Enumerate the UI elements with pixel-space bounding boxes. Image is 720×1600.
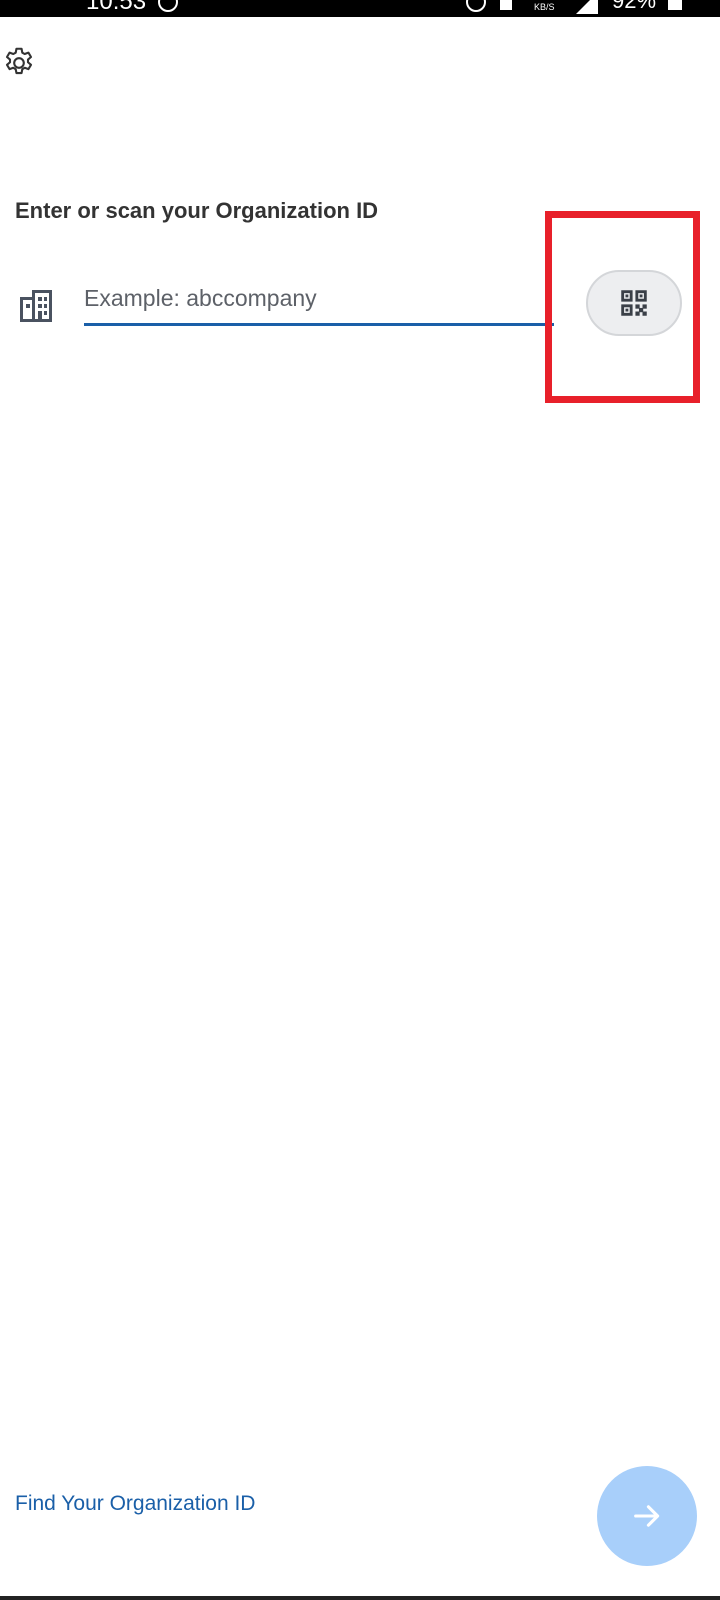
page-title: Enter or scan your Organization ID <box>15 198 379 223</box>
settings-button[interactable] <box>0 44 38 82</box>
sync-icon <box>466 0 486 12</box>
find-organization-id-link[interactable]: Find Your Organization ID <box>15 1492 255 1516</box>
bottom-edge <box>0 1596 720 1600</box>
battery-icon <box>668 0 682 10</box>
status-bar: 10:53 KB/S 92% <box>0 0 720 17</box>
battery-level: 92% <box>612 0 657 13</box>
alarm-icon <box>158 0 178 12</box>
qr-code-icon <box>621 290 647 316</box>
status-time: 10:53 <box>86 0 147 15</box>
phone-icon <box>500 0 512 10</box>
organization-id-input[interactable] <box>84 274 554 326</box>
scan-qr-button[interactable] <box>586 270 682 336</box>
building-icon <box>20 290 52 322</box>
next-button[interactable] <box>597 1466 697 1566</box>
arrow-right-icon <box>634 1505 660 1527</box>
signal-icon <box>576 0 598 14</box>
status-indicators: KB/S 92% <box>460 0 720 16</box>
gear-icon <box>5 47 33 75</box>
network-speed-unit: KB/S <box>534 2 555 12</box>
